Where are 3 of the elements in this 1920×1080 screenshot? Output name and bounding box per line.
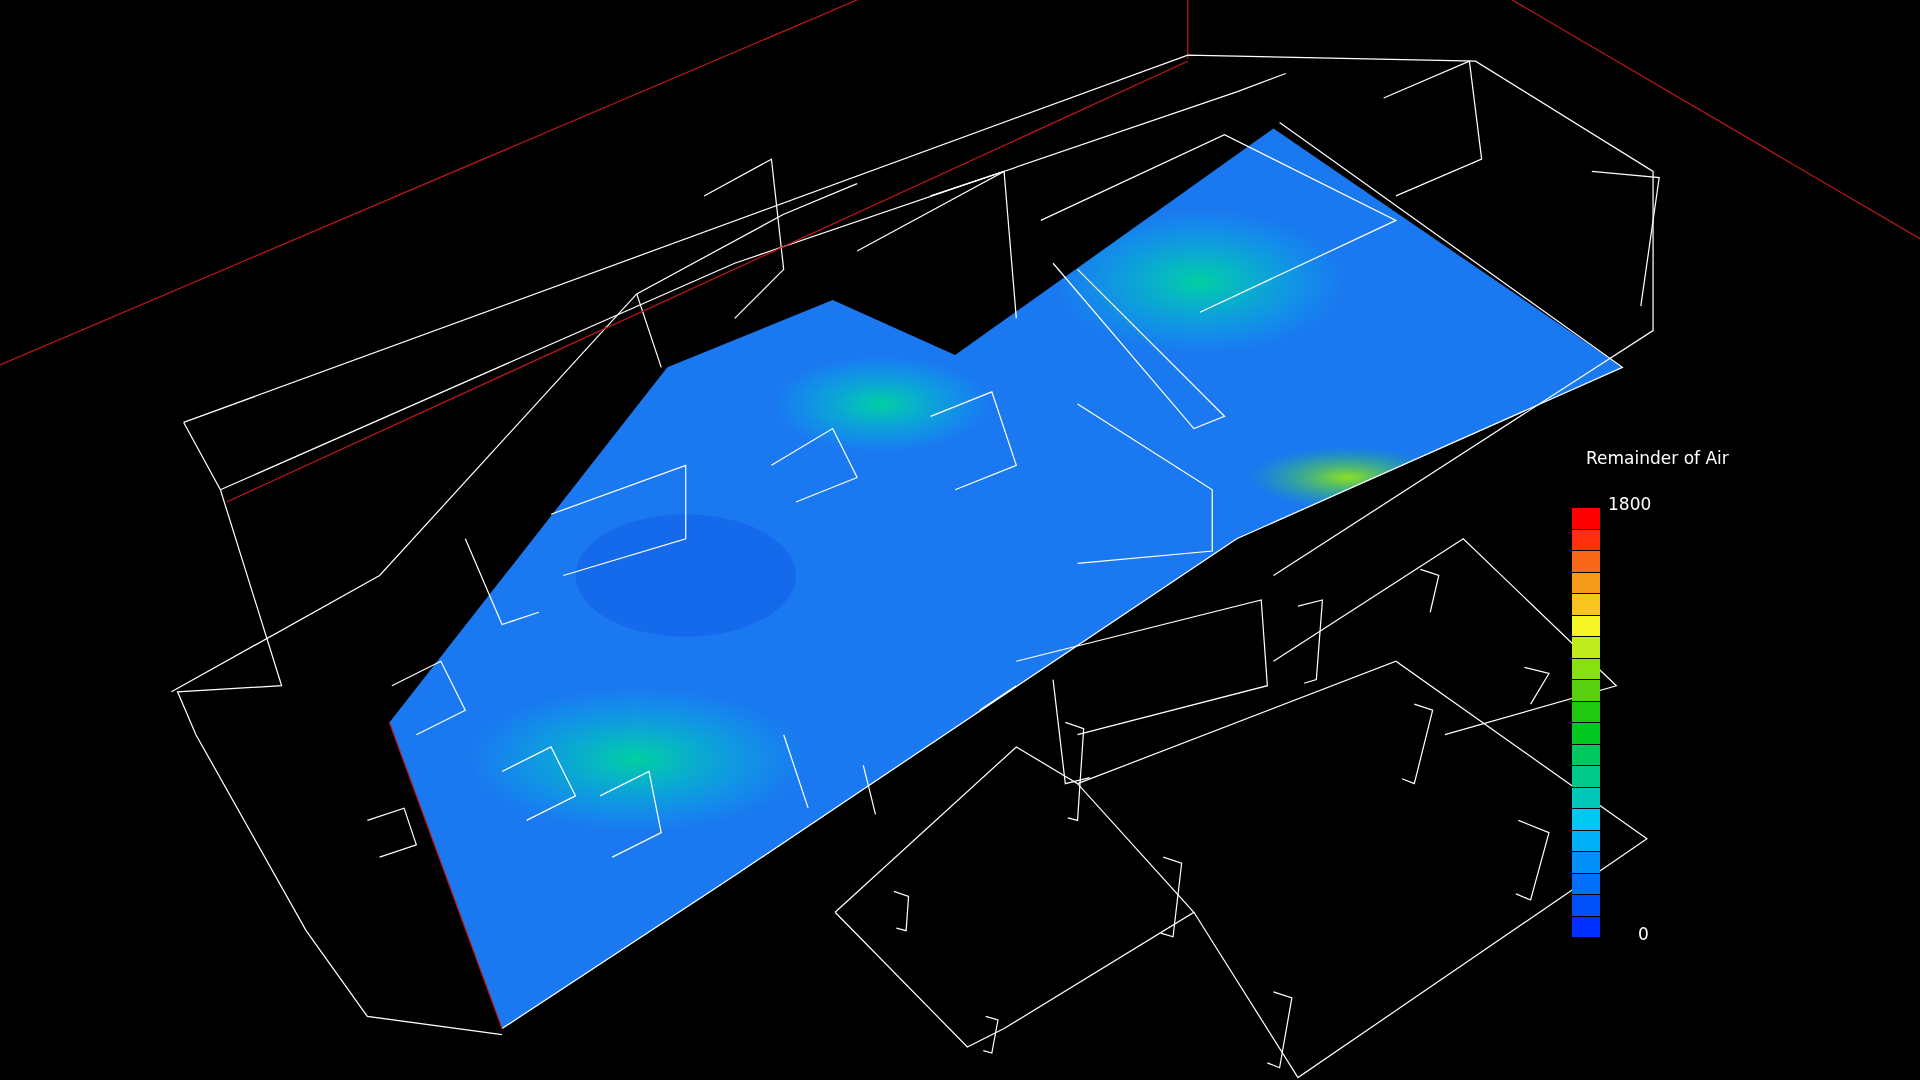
legend-min-label: 0	[1638, 924, 1650, 944]
legend-max-label: 1800	[1608, 494, 1652, 514]
legend-title: Remainder of Air	[1586, 448, 1729, 468]
